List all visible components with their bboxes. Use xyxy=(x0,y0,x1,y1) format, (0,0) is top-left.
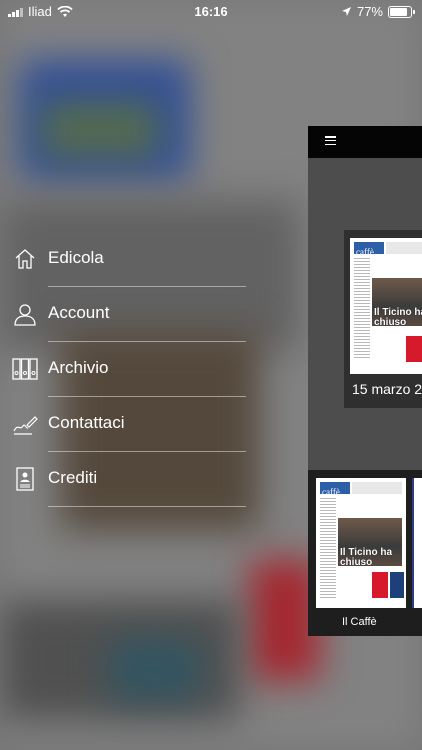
masthead-logo: caffè xyxy=(354,242,384,257)
battery-percent: 77% xyxy=(356,4,383,19)
text-column xyxy=(320,498,336,598)
cover-ad xyxy=(372,572,388,598)
menu-label: Archivio xyxy=(48,358,109,377)
menu-label: Crediti xyxy=(48,468,98,487)
issue-thumbnail[interactable]: caffè Il Ticino ha chiuso xyxy=(316,478,406,608)
menu-item-edicola[interactable]: Edicola xyxy=(0,232,250,287)
menu-label: Contattaci xyxy=(48,413,125,432)
hamburger-menu-icon[interactable] xyxy=(325,136,336,146)
user-icon xyxy=(14,304,36,326)
menu-item-contattaci[interactable]: Contattaci xyxy=(0,397,250,452)
issues-shelf: caffè Il Ticino ha chiuso Il Caffè xyxy=(308,470,422,636)
issue-name: Il Caffè xyxy=(342,616,377,628)
cover-ad-2 xyxy=(390,572,404,598)
signature-icon xyxy=(13,416,38,435)
battery-icon xyxy=(388,5,415,18)
id-card-icon xyxy=(16,467,34,491)
home-icon xyxy=(15,249,35,269)
menu-item-crediti[interactable]: Crediti xyxy=(0,452,250,507)
issue-date: 15 marzo 2 xyxy=(352,381,422,397)
archive-icon xyxy=(12,358,38,380)
masthead-banner xyxy=(352,482,402,494)
side-menu: Edicola Account Archivio Contattaci Cred… xyxy=(0,232,250,507)
newspaper-cover: caffè Il Ticino ha chiuso xyxy=(350,238,422,374)
main-content-preview[interactable]: caffè Il Ticino ha chiuso 15 marzo 2 caf… xyxy=(308,126,422,636)
menu-item-account[interactable]: Account xyxy=(0,287,250,342)
menu-divider xyxy=(48,506,246,507)
menu-item-archivio[interactable]: Archivio xyxy=(0,342,250,397)
masthead-logo: caffè xyxy=(320,482,350,497)
cover-ad xyxy=(406,336,422,362)
featured-issue[interactable]: caffè Il Ticino ha chiuso 15 marzo 2 xyxy=(344,230,422,408)
status-right: 77% xyxy=(341,4,415,19)
top-bar xyxy=(308,126,422,158)
menu-label: Edicola xyxy=(48,248,104,267)
location-icon xyxy=(341,7,351,16)
cover-headline: Il Ticino ha chiuso xyxy=(374,307,422,328)
menu-label: Account xyxy=(48,303,110,322)
issue-thumbnail-partial[interactable] xyxy=(412,478,422,608)
cover-headline: Il Ticino ha chiuso xyxy=(340,547,393,568)
status-bar: Iliad 16:16 77% xyxy=(0,0,422,24)
text-column xyxy=(354,258,370,358)
masthead-banner xyxy=(386,242,422,254)
